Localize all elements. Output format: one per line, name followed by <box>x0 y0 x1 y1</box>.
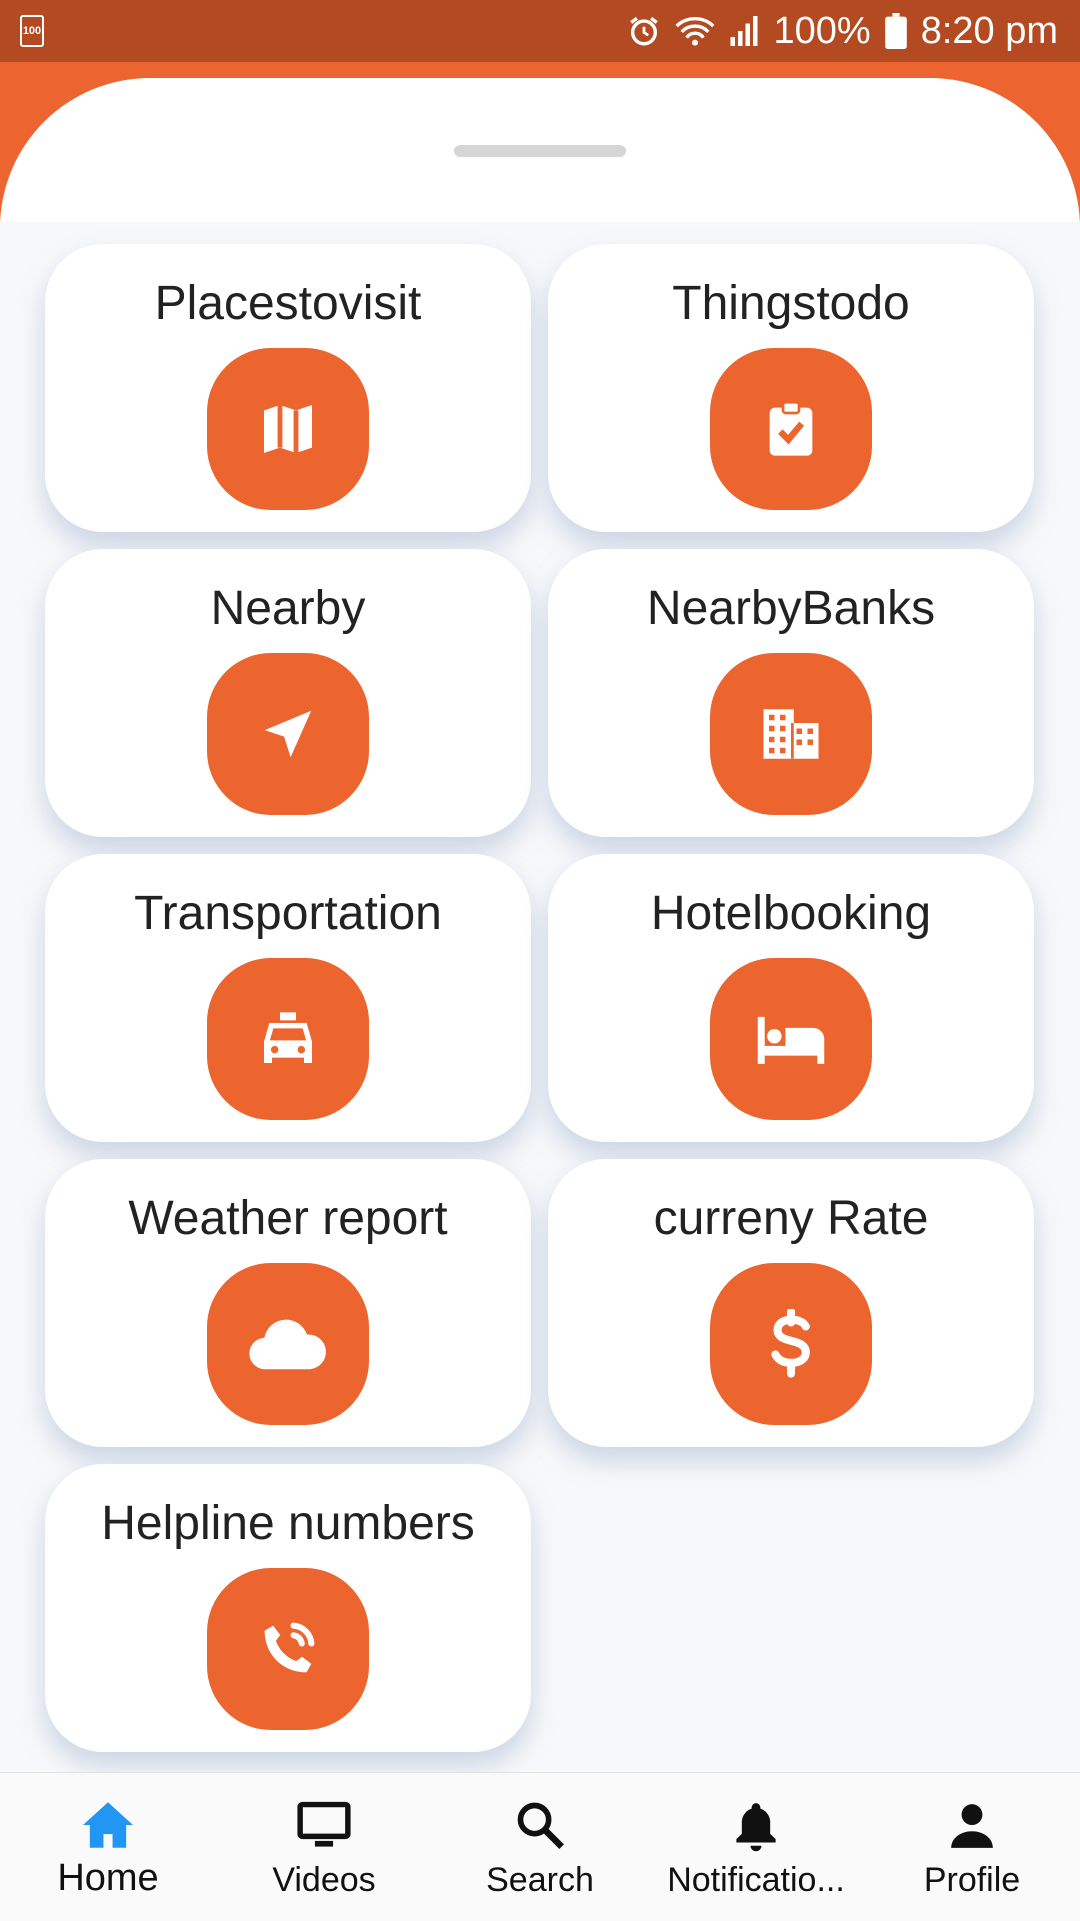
person-icon <box>947 1797 997 1853</box>
card-things-to-do[interactable]: Thingstodo <box>548 244 1034 532</box>
card-title: Transportation <box>134 887 442 940</box>
battery-icon <box>884 13 907 49</box>
battery-small-icon: 100 <box>20 15 44 47</box>
battery-badge: 100 <box>22 25 42 37</box>
card-title: Helpline numbers <box>101 1497 475 1550</box>
alarm-icon <box>627 14 661 48</box>
card-title: curreny Rate <box>653 1192 929 1245</box>
nav-label: Videos <box>272 1861 376 1899</box>
battery-percent: 100% <box>773 9 871 52</box>
card-places-to-visit[interactable]: Placestovisit <box>45 244 531 532</box>
card-currency-rate[interactable]: curreny Rate <box>548 1159 1034 1447</box>
card-transportation[interactable]: Transportation <box>45 854 531 1142</box>
card-title: Thingstodo <box>672 277 910 330</box>
card-nearby[interactable]: Nearby <box>45 549 531 837</box>
cloud-icon <box>207 1263 369 1425</box>
bottom-navigation: Home Videos Search Notificatio... Profil… <box>0 1772 1080 1921</box>
building-icon <box>710 653 872 815</box>
card-nearby-banks[interactable]: NearbyBanks <box>548 549 1034 837</box>
monitor-icon <box>295 1797 353 1853</box>
wifi-icon <box>675 14 715 48</box>
card-hotel-booking[interactable]: Hotelbooking <box>548 854 1034 1142</box>
signal-icon <box>729 14 759 48</box>
sheet-top <box>0 78 1080 238</box>
card-title: Nearby <box>210 582 366 635</box>
card-title: NearbyBanks <box>646 582 936 635</box>
drag-handle[interactable] <box>454 145 626 157</box>
taxi-icon <box>207 958 369 1120</box>
nav-item-videos[interactable]: Videos <box>216 1773 432 1921</box>
search-icon <box>514 1797 566 1853</box>
card-title: Weather report <box>128 1192 448 1245</box>
nav-label: Notificatio... <box>667 1861 845 1899</box>
card-title: Hotelbooking <box>650 887 932 940</box>
bed-icon <box>710 958 872 1120</box>
bell-icon <box>732 1797 780 1853</box>
nav-label: Home <box>57 1857 159 1899</box>
clock-time: 8:20 pm <box>920 9 1058 52</box>
card-helpline-numbers[interactable]: Helpline numbers <box>45 1464 531 1752</box>
card-title: Placestovisit <box>154 277 422 330</box>
phone-call-icon <box>207 1568 369 1730</box>
navigation-arrow-icon <box>207 653 369 815</box>
nav-item-notifications[interactable]: Notificatio... <box>648 1773 864 1921</box>
dollar-icon <box>710 1263 872 1425</box>
nav-item-home[interactable]: Home <box>0 1773 216 1921</box>
home-icon <box>80 1797 136 1853</box>
nav-label: Search <box>486 1861 594 1899</box>
clipboard-check-icon <box>710 348 872 510</box>
map-icon <box>207 348 369 510</box>
nav-item-search[interactable]: Search <box>432 1773 648 1921</box>
nav-item-profile[interactable]: Profile <box>864 1773 1080 1921</box>
card-weather-report[interactable]: Weather report <box>45 1159 531 1447</box>
nav-label: Profile <box>923 1861 1021 1899</box>
status-bar: 100 100% 8:20 pm <box>0 0 1080 62</box>
